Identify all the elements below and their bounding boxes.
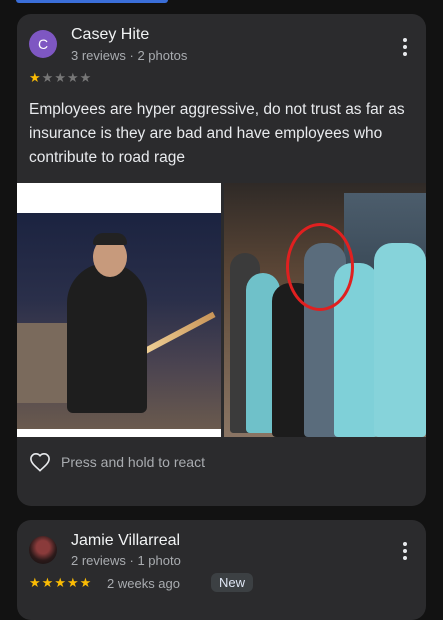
review-text: Employees are hyper aggressive, do not t… xyxy=(29,101,405,166)
star-icon: ★ xyxy=(29,575,42,590)
reviewer-name[interactable]: Jamie Villarreal xyxy=(71,532,180,550)
avatar[interactable] xyxy=(29,536,57,564)
review-date: 2 weeks ago xyxy=(107,576,180,591)
star-rating: ★★★★★ xyxy=(29,70,92,86)
reviewer-meta: 3 reviews · 2 photos xyxy=(71,48,188,63)
highlight-circle xyxy=(286,223,354,311)
kebab-menu-icon xyxy=(403,38,407,42)
star-icon: ★ xyxy=(29,70,42,85)
review-card: Jamie Villarreal 2 reviews · 1 photo ★★★… xyxy=(17,520,426,620)
kebab-menu-icon xyxy=(403,542,407,546)
star-icon: ★ xyxy=(66,575,80,590)
star-icon: ★ xyxy=(41,575,55,590)
react-button[interactable]: Press and hold to react xyxy=(29,452,205,472)
star-icon: ★ xyxy=(79,70,93,85)
reviewer-meta: 2 reviews · 1 photo xyxy=(71,553,181,568)
top-accent-bar xyxy=(16,0,168,3)
more-options-button[interactable] xyxy=(402,542,408,560)
review-photo[interactable] xyxy=(224,183,426,437)
review-card: C Casey Hite 3 reviews · 2 photos ★★★★★ … xyxy=(17,14,426,506)
star-rating: ★★★★★ xyxy=(29,575,92,591)
avatar[interactable]: C xyxy=(29,30,57,58)
star-icon: ★ xyxy=(79,575,93,590)
review-photos xyxy=(17,183,426,437)
avatar-letter: C xyxy=(37,36,49,52)
review-photo[interactable] xyxy=(17,183,221,437)
star-icon: ★ xyxy=(54,70,67,85)
reviewer-name[interactable]: Casey Hite xyxy=(71,26,149,44)
star-icon: ★ xyxy=(54,575,67,590)
star-icon: ★ xyxy=(66,70,80,85)
new-badge: New xyxy=(211,573,254,592)
star-icon: ★ xyxy=(41,70,55,85)
react-label: Press and hold to react xyxy=(61,454,205,470)
more-options-button[interactable] xyxy=(402,38,408,56)
heart-outline-icon xyxy=(30,452,50,472)
